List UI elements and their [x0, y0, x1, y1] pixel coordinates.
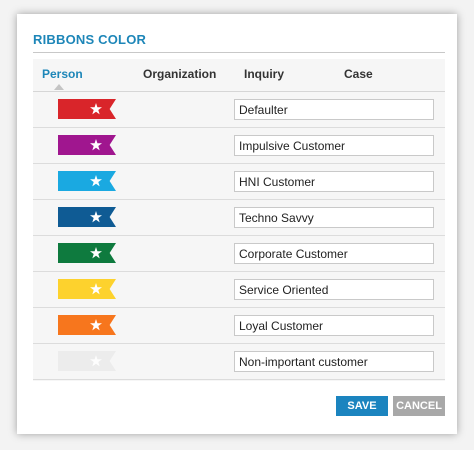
tab-inquiry[interactable]: Inquiry: [244, 67, 284, 81]
ribbons-color-dialog: RIBBONS COLOR Person Organization Inquir…: [17, 14, 457, 434]
ribbon-color-swatch[interactable]: [58, 135, 116, 155]
ribbon-row: [33, 92, 445, 128]
ribbon-color-swatch[interactable]: [58, 171, 116, 191]
ribbon-row: [33, 128, 445, 164]
ribbon-name-input[interactable]: [234, 99, 434, 120]
ribbon-name-input[interactable]: [234, 315, 434, 336]
ribbon-name-input[interactable]: [234, 207, 434, 228]
ribbon-name-input[interactable]: [234, 171, 434, 192]
ribbon-row: [33, 236, 445, 272]
ribbon-color-swatch[interactable]: [58, 315, 116, 335]
star-icon: [90, 355, 102, 367]
ribbon-name-input[interactable]: [234, 279, 434, 300]
tab-person[interactable]: Person: [42, 67, 83, 81]
ribbon-row: [33, 164, 445, 200]
ribbon-row: [33, 308, 445, 344]
ribbon-name-input[interactable]: [234, 351, 434, 372]
ribbon-name-input[interactable]: [234, 135, 434, 156]
ribbon-row: [33, 272, 445, 308]
star-icon: [90, 139, 102, 151]
star-icon: [90, 247, 102, 259]
dialog-title: RIBBONS COLOR: [33, 32, 147, 47]
tab-bar: Person Organization Inquiry Case: [33, 59, 445, 92]
star-icon: [90, 211, 102, 223]
ribbon-row: [33, 200, 445, 236]
ribbon-name-input[interactable]: [234, 243, 434, 264]
star-icon: [90, 175, 102, 187]
tab-case[interactable]: Case: [344, 67, 373, 81]
ribbon-color-swatch[interactable]: [58, 207, 116, 227]
ribbon-row: [33, 344, 445, 380]
star-icon: [90, 319, 102, 331]
ribbon-color-swatch[interactable]: [58, 243, 116, 263]
ribbon-list: [33, 92, 445, 380]
tab-organization[interactable]: Organization: [143, 67, 216, 81]
active-tab-indicator: [54, 84, 64, 90]
ribbon-color-swatch[interactable]: [58, 351, 116, 371]
ribbon-color-swatch[interactable]: [58, 99, 116, 119]
ribbon-color-swatch[interactable]: [58, 279, 116, 299]
title-divider: [33, 52, 445, 53]
star-icon: [90, 103, 102, 115]
star-icon: [90, 283, 102, 295]
save-button[interactable]: SAVE: [336, 396, 388, 416]
ribbons-panel: Person Organization Inquiry Case: [33, 59, 445, 381]
cancel-button[interactable]: CANCEL: [393, 396, 445, 416]
